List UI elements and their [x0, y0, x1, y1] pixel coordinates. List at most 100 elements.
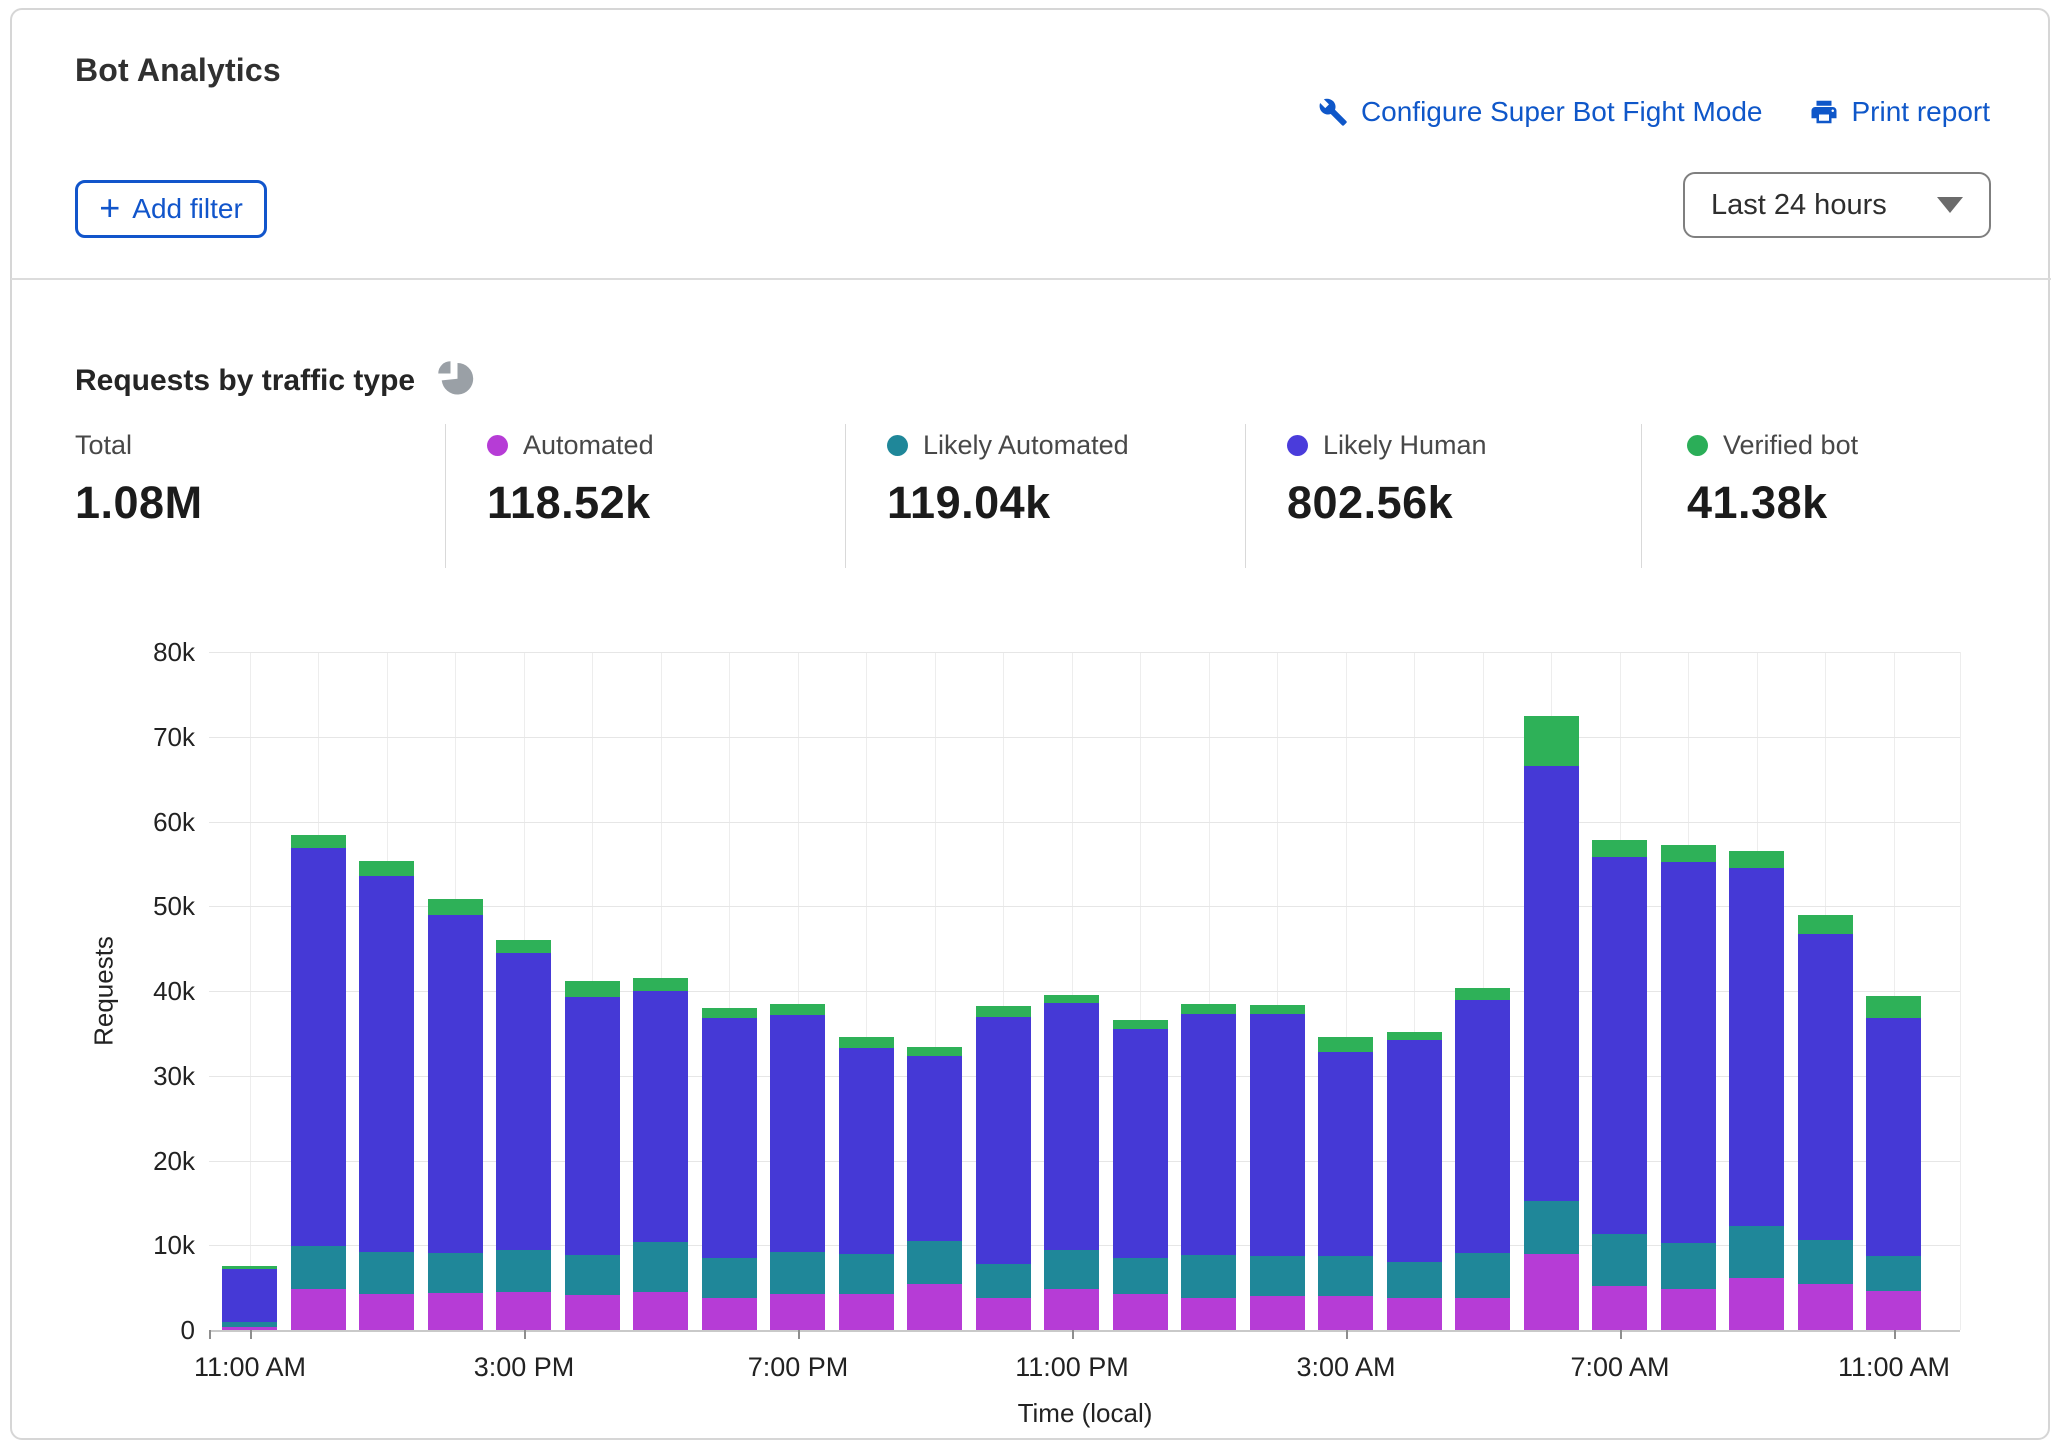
bar-7-segment-likely-automated[interactable] [702, 1258, 757, 1298]
bar-13-segment-verified-bot[interactable] [1113, 1020, 1168, 1029]
bar-21-segment-automated[interactable] [1661, 1289, 1716, 1330]
bar-10-segment-verified-bot[interactable] [907, 1047, 962, 1056]
bar-23-segment-verified-bot[interactable] [1798, 915, 1853, 934]
bar-5-segment-likely-human[interactable] [565, 997, 620, 1255]
bar-4-segment-verified-bot[interactable] [496, 940, 551, 953]
bar-24-segment-likely-human[interactable] [1866, 1018, 1921, 1256]
bar-16-segment-automated[interactable] [1318, 1296, 1373, 1330]
bar-13-segment-likely-automated[interactable] [1113, 1258, 1168, 1294]
bar-6-segment-automated[interactable] [633, 1292, 688, 1330]
bar-11-segment-automated[interactable] [976, 1298, 1031, 1330]
bar-0-segment-likely-human[interactable] [222, 1269, 277, 1322]
bar-5-segment-verified-bot[interactable] [565, 981, 620, 997]
bar-13-segment-automated[interactable] [1113, 1294, 1168, 1330]
bar-3-segment-likely-human[interactable] [428, 915, 483, 1253]
bar-1-segment-verified-bot[interactable] [291, 835, 346, 848]
bar-9-segment-likely-human[interactable] [839, 1048, 894, 1254]
bar-20-segment-likely-automated[interactable] [1592, 1234, 1647, 1286]
bar-11-segment-verified-bot[interactable] [976, 1006, 1031, 1017]
bar-24-segment-likely-automated[interactable] [1866, 1256, 1921, 1291]
bar-24-segment-verified-bot[interactable] [1866, 996, 1921, 1018]
bar-19-segment-likely-human[interactable] [1524, 766, 1579, 1201]
bar-2-segment-automated[interactable] [359, 1294, 414, 1330]
bar-22-segment-automated[interactable] [1729, 1278, 1784, 1330]
bar-21-segment-likely-automated[interactable] [1661, 1243, 1716, 1289]
bar-19-segment-automated[interactable] [1524, 1254, 1579, 1330]
bar-13-segment-likely-human[interactable] [1113, 1029, 1168, 1258]
bar-23-segment-likely-human[interactable] [1798, 934, 1853, 1240]
bar-12-segment-verified-bot[interactable] [1044, 995, 1099, 1003]
bar-3-segment-likely-automated[interactable] [428, 1253, 483, 1293]
bar-6-segment-likely-automated[interactable] [633, 1242, 688, 1292]
bar-9-segment-likely-automated[interactable] [839, 1254, 894, 1294]
bar-22-segment-likely-human[interactable] [1729, 868, 1784, 1226]
bar-16-segment-verified-bot[interactable] [1318, 1037, 1373, 1052]
bar-19-segment-verified-bot[interactable] [1524, 716, 1579, 766]
bar-21-segment-verified-bot[interactable] [1661, 845, 1716, 862]
bar-19-segment-likely-automated[interactable] [1524, 1201, 1579, 1254]
bar-0-segment-verified-bot[interactable] [222, 1266, 277, 1269]
bar-3-segment-automated[interactable] [428, 1293, 483, 1330]
bar-23-segment-automated[interactable] [1798, 1284, 1853, 1330]
bar-6-segment-likely-human[interactable] [633, 991, 688, 1242]
bar-2-segment-likely-human[interactable] [359, 876, 414, 1252]
bar-14-segment-likely-human[interactable] [1181, 1014, 1236, 1255]
bar-18-segment-automated[interactable] [1455, 1298, 1510, 1330]
bar-11-segment-likely-automated[interactable] [976, 1264, 1031, 1298]
bar-1-segment-likely-human[interactable] [291, 848, 346, 1246]
bar-16-segment-likely-human[interactable] [1318, 1052, 1373, 1256]
bar-7-segment-automated[interactable] [702, 1298, 757, 1330]
bar-17-segment-likely-human[interactable] [1387, 1040, 1442, 1262]
bar-14-segment-likely-automated[interactable] [1181, 1255, 1236, 1298]
bar-8-segment-likely-automated[interactable] [770, 1252, 825, 1294]
bar-15-segment-likely-human[interactable] [1250, 1014, 1305, 1256]
bar-14-segment-verified-bot[interactable] [1181, 1004, 1236, 1014]
bar-3-segment-verified-bot[interactable] [428, 899, 483, 915]
bar-4-segment-likely-automated[interactable] [496, 1250, 551, 1292]
bar-10-segment-likely-automated[interactable] [907, 1241, 962, 1284]
bar-11-segment-likely-human[interactable] [976, 1017, 1031, 1264]
bar-18-segment-likely-automated[interactable] [1455, 1253, 1510, 1298]
bar-8-segment-likely-human[interactable] [770, 1015, 825, 1252]
bar-7-segment-likely-human[interactable] [702, 1018, 757, 1258]
bar-17-segment-likely-automated[interactable] [1387, 1262, 1442, 1298]
bar-1-segment-automated[interactable] [291, 1289, 346, 1330]
bar-20-segment-likely-human[interactable] [1592, 857, 1647, 1234]
bar-2-segment-likely-automated[interactable] [359, 1252, 414, 1294]
bar-17-segment-automated[interactable] [1387, 1298, 1442, 1330]
bar-18-segment-likely-human[interactable] [1455, 1000, 1510, 1253]
bot-analytics-page: Bot Analytics Configure Super Bot Fight … [0, 0, 2062, 1450]
bar-8-segment-automated[interactable] [770, 1294, 825, 1330]
bar-5-segment-automated[interactable] [565, 1295, 620, 1330]
bar-2-segment-verified-bot[interactable] [359, 861, 414, 876]
bar-15-segment-automated[interactable] [1250, 1296, 1305, 1330]
bar-9-segment-automated[interactable] [839, 1294, 894, 1330]
bar-20-segment-verified-bot[interactable] [1592, 840, 1647, 857]
bar-22-segment-likely-automated[interactable] [1729, 1226, 1784, 1278]
bar-10-segment-likely-human[interactable] [907, 1056, 962, 1241]
bar-20-segment-automated[interactable] [1592, 1286, 1647, 1330]
bar-0-segment-likely-automated[interactable] [222, 1322, 277, 1327]
bar-22-segment-verified-bot[interactable] [1729, 851, 1784, 868]
bar-18-segment-verified-bot[interactable] [1455, 988, 1510, 1000]
bar-12-segment-automated[interactable] [1044, 1289, 1099, 1330]
bar-17-segment-verified-bot[interactable] [1387, 1032, 1442, 1040]
bar-12-segment-likely-human[interactable] [1044, 1003, 1099, 1250]
bar-9-segment-verified-bot[interactable] [839, 1037, 894, 1048]
bar-14-segment-automated[interactable] [1181, 1298, 1236, 1330]
bar-7-segment-verified-bot[interactable] [702, 1008, 757, 1018]
bar-21-segment-likely-human[interactable] [1661, 862, 1716, 1243]
bar-15-segment-likely-automated[interactable] [1250, 1256, 1305, 1296]
bar-10-segment-automated[interactable] [907, 1284, 962, 1330]
bar-12-segment-likely-automated[interactable] [1044, 1250, 1099, 1289]
bar-5-segment-likely-automated[interactable] [565, 1255, 620, 1295]
bar-16-segment-likely-automated[interactable] [1318, 1256, 1373, 1296]
bar-23-segment-likely-automated[interactable] [1798, 1240, 1853, 1284]
bar-1-segment-likely-automated[interactable] [291, 1246, 346, 1289]
bar-24-segment-automated[interactable] [1866, 1291, 1921, 1330]
bar-4-segment-automated[interactable] [496, 1292, 551, 1330]
bar-6-segment-verified-bot[interactable] [633, 978, 688, 991]
bar-8-segment-verified-bot[interactable] [770, 1004, 825, 1015]
bar-4-segment-likely-human[interactable] [496, 953, 551, 1250]
bar-15-segment-verified-bot[interactable] [1250, 1005, 1305, 1014]
